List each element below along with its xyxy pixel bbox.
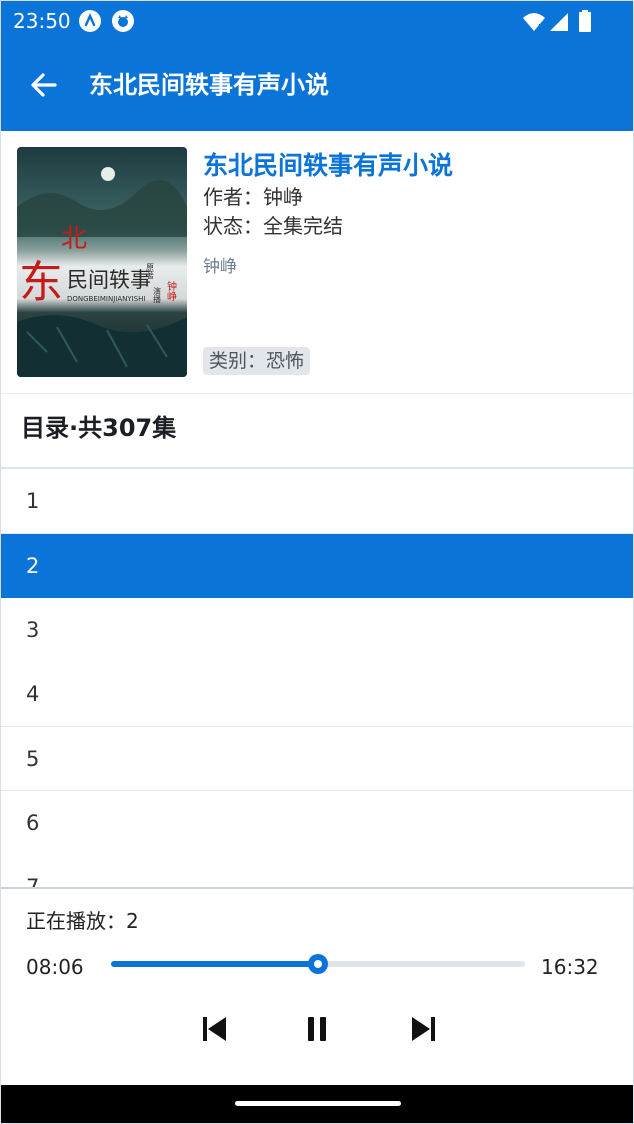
book-header: 北 东 民间轶事 DONGBEIMINJIANYISHI 原著 演播 钟峥 东北… [1, 131, 633, 394]
episode-row[interactable]: 4 [1, 662, 633, 726]
category-badge: 类别：恐怖 [203, 347, 311, 375]
cover-credit-1: 原著 [146, 263, 155, 280]
pause-button[interactable] [299, 1011, 335, 1047]
progress-thumb[interactable] [308, 954, 328, 974]
wifi-icon [523, 13, 545, 31]
cat-notification-icon [112, 10, 134, 32]
cover-title-dong: 东 [19, 257, 63, 308]
app-bar: 东北民间轶事有声小说 [1, 43, 633, 131]
progress-slider[interactable] [111, 954, 525, 974]
home-gesture-handle[interactable] [235, 1101, 401, 1106]
cover-pinyin: DONGBEIMINJIANYISHI [67, 295, 145, 303]
episode-row[interactable]: 7 [1, 855, 633, 887]
episode-label: 1 [26, 489, 40, 513]
skip-next-icon [412, 1017, 435, 1041]
arrow-back-icon [31, 73, 57, 97]
cover-title-bei: 北 [61, 224, 87, 254]
episode-row[interactable]: 1 [1, 469, 633, 533]
book-status: 状态：全集完结 [203, 214, 343, 238]
cover-credit-3: 钟峥 [165, 280, 177, 301]
next-button[interactable] [405, 1011, 441, 1047]
pause-icon [308, 1017, 326, 1041]
episode-label: 5 [26, 747, 40, 771]
book-title: 东北民间轶事有声小说 [203, 151, 454, 180]
skip-previous-icon [203, 1017, 226, 1041]
episode-row[interactable]: 6 [1, 791, 633, 855]
now-playing-label: 正在播放：2 [26, 909, 139, 933]
battery-icon [579, 10, 591, 32]
total-time: 16:32 [541, 955, 599, 979]
cellular-signal-icon [550, 13, 568, 31]
current-time: 08:06 [26, 955, 84, 979]
episode-label: 4 [26, 682, 40, 706]
audio-player: 正在播放：2 08:06 16:32 [1, 887, 633, 1089]
episode-label: 6 [26, 811, 40, 835]
episode-label: 2 [26, 554, 40, 578]
app-window: 23:50 东北民间轶事有声小说 北 东 民间轶事 DONGBEIMINJIAN… [0, 0, 634, 1124]
cover-credit-2: 演播 [153, 286, 162, 304]
catalog-title: 目录·共307集 [21, 414, 177, 442]
book-narrator: 钟峥 [203, 257, 237, 277]
book-author: 作者：钟峥 [203, 185, 303, 209]
progress-fill [111, 961, 318, 967]
episode-row[interactable]: 5 [1, 727, 633, 791]
cover-title-rest: 民间轶事 [67, 268, 151, 292]
episode-label: 7 [26, 875, 40, 887]
system-navigation-bar [1, 1085, 633, 1123]
previous-button[interactable] [197, 1011, 233, 1047]
status-bar: 23:50 [1, 1, 633, 43]
episode-row-active[interactable]: 2 [1, 534, 633, 598]
episode-row[interactable]: 3 [1, 598, 633, 662]
episode-list[interactable]: 1 2 3 4 5 6 7 [1, 469, 633, 887]
app-notification-icon [79, 10, 101, 32]
episode-label: 3 [26, 618, 40, 642]
status-time: 23:50 [13, 9, 71, 33]
book-cover-image[interactable]: 北 东 民间轶事 DONGBEIMINJIANYISHI 原著 演播 钟峥 [17, 147, 187, 377]
back-button[interactable] [25, 65, 65, 105]
page-title: 东北民间轶事有声小说 [89, 71, 329, 99]
